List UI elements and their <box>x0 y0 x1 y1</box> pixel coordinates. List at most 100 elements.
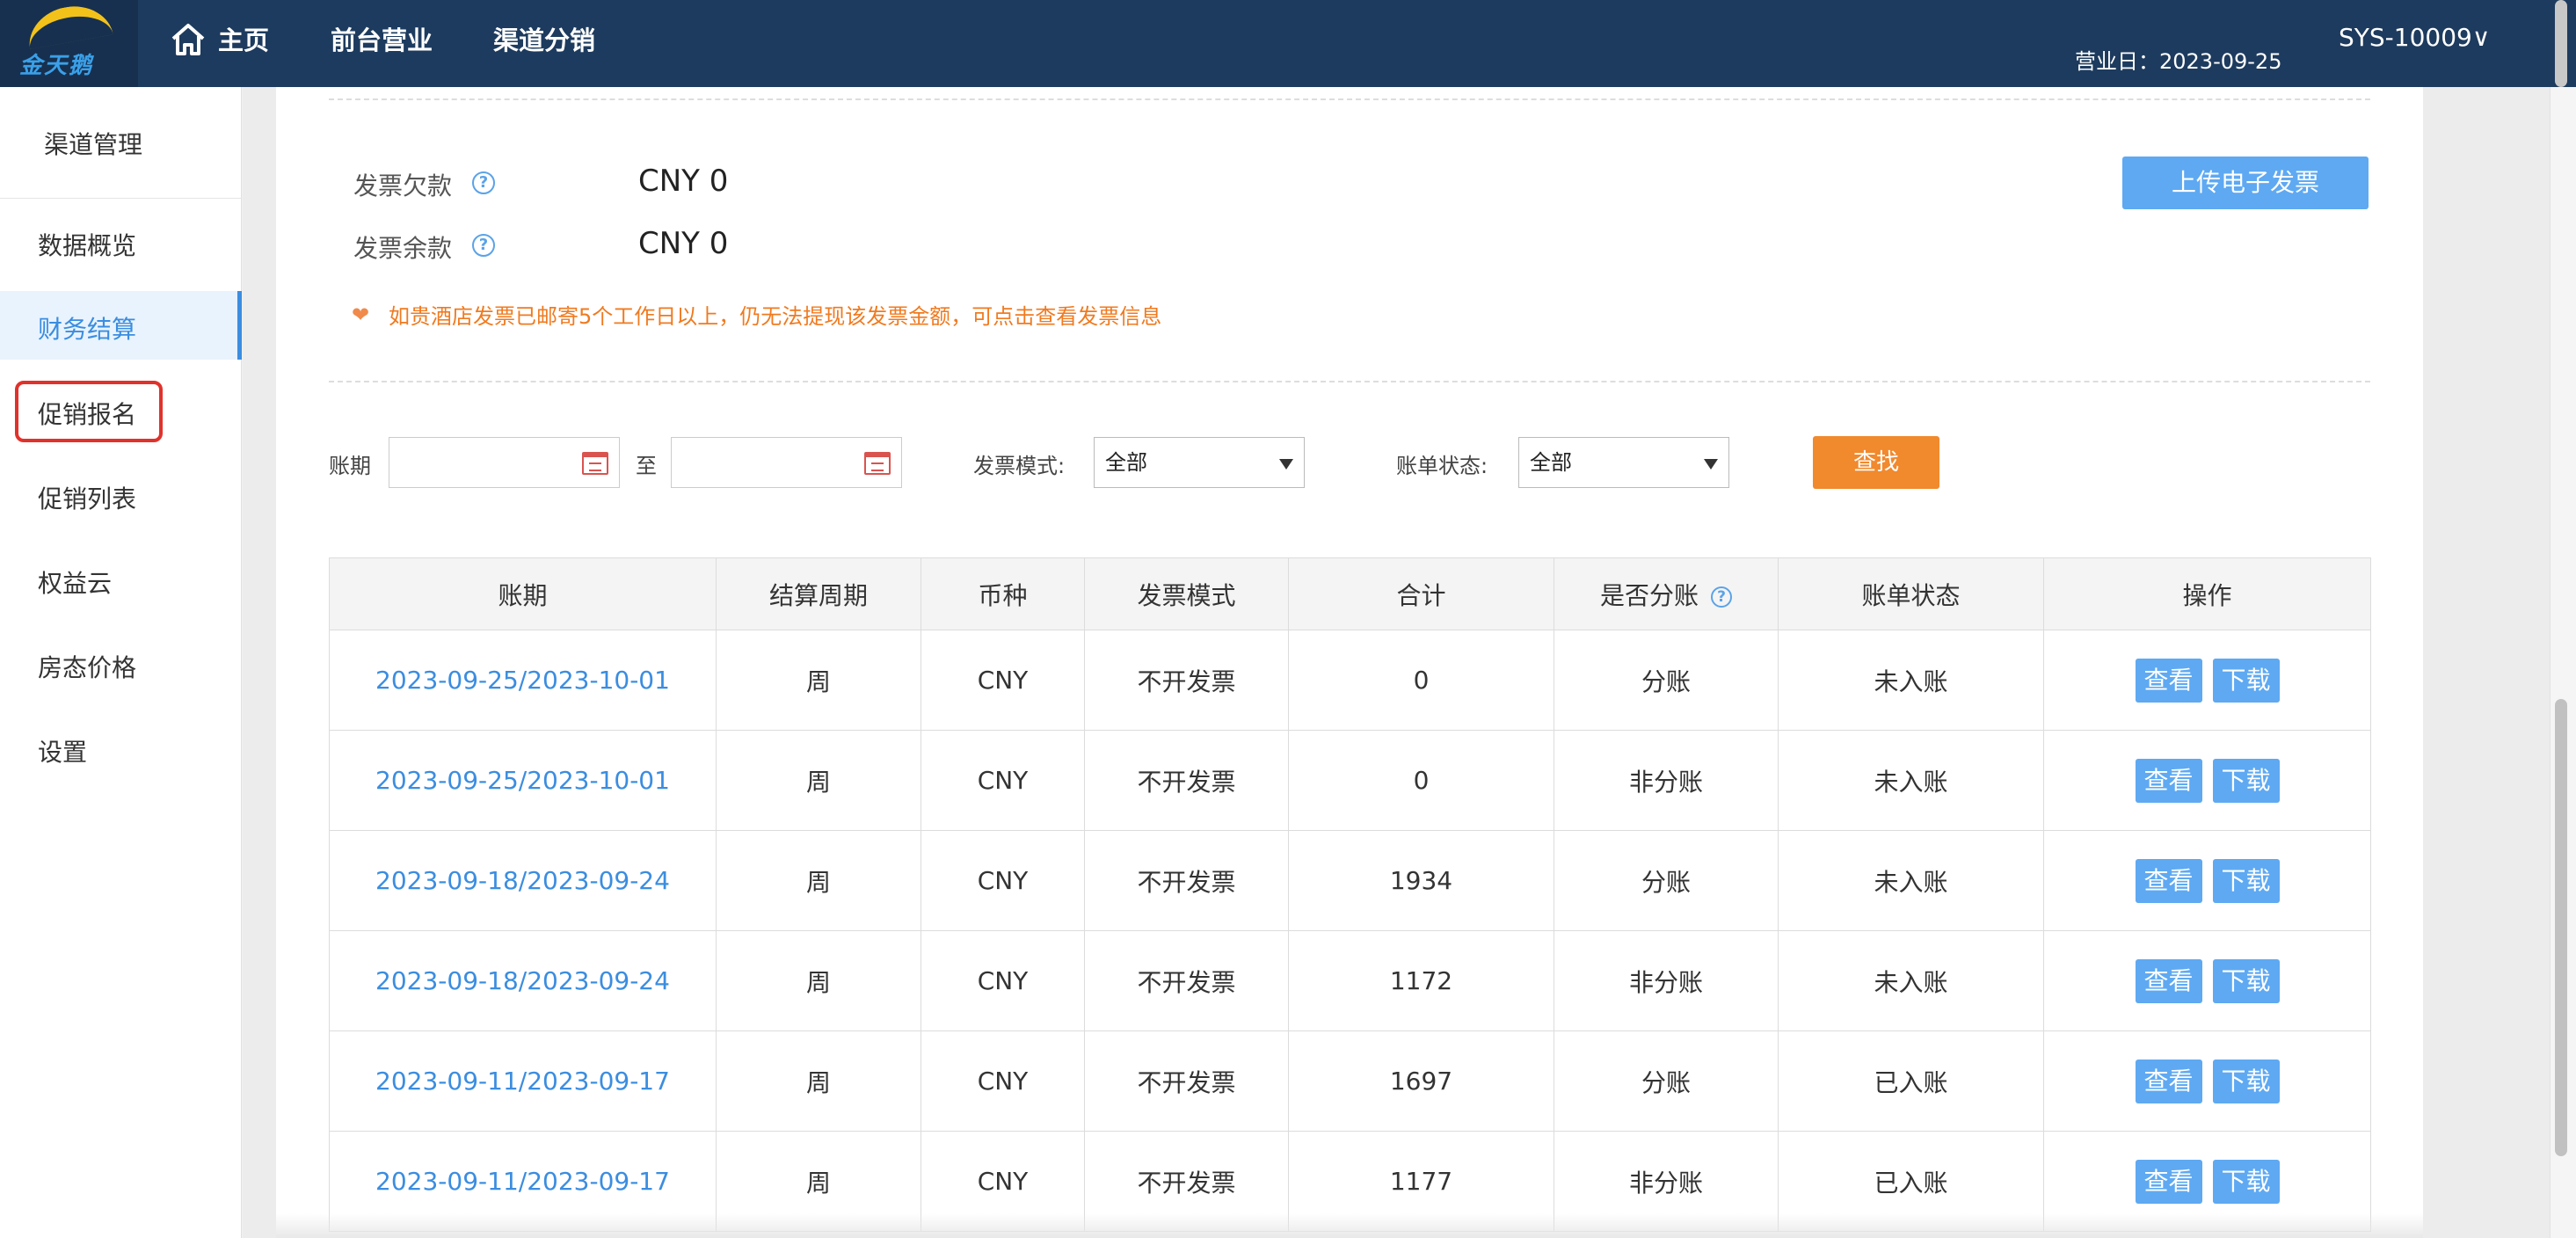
cell-cycle: 周 <box>716 1030 921 1132</box>
sidebar-item-finance-settlement[interactable]: 财务结算 <box>0 291 242 360</box>
search-button[interactable]: 查找 <box>1813 436 1939 489</box>
invoice-arrears-label: 发票欠款 <box>353 171 453 200</box>
sidebar-title-label: 渠道管理 <box>44 130 143 159</box>
view-button[interactable]: 查看 <box>2135 658 2202 703</box>
cell-actions: 查看 下载 <box>2043 930 2371 1031</box>
download-button[interactable]: 下载 <box>2212 858 2280 903</box>
calendar-icon[interactable] <box>582 452 608 475</box>
cell-status: 已入账 <box>1778 1030 2044 1132</box>
home-icon[interactable] <box>170 21 207 58</box>
download-button[interactable]: 下载 <box>2212 1159 2280 1204</box>
invoice-notice[interactable]: 如贵酒店发票已邮寄5个工作日以上，仍无法提现该发票金额，可点击查看发票信息 <box>389 299 1161 330</box>
invoice-mode-value: 全部 <box>1105 450 1147 475</box>
period-start-input[interactable] <box>389 437 620 488</box>
sidebar-item-label: 设置 <box>38 738 88 767</box>
cell-cycle: 周 <box>716 630 921 731</box>
user-menu[interactable]: SYS-10009∨ <box>2339 23 2490 52</box>
bill-status-select[interactable]: 全部 <box>1518 437 1729 488</box>
cell-status: 未入账 <box>1778 830 2044 931</box>
scrollbar-thumb-top[interactable] <box>2555 0 2567 87</box>
download-button[interactable]: 下载 <box>2212 958 2280 1003</box>
sidebar-title: 渠道管理 <box>0 87 242 199</box>
right-gutter <box>2423 87 2550 1238</box>
top-navigation-bar: 金天鹅 主页 前台营业 渠道分销 营业日：2023-09-25 SYS-1000… <box>0 0 2576 87</box>
column-header: 账单状态 <box>1778 557 2044 630</box>
cell-cycle: 周 <box>716 730 921 831</box>
download-button[interactable]: 下载 <box>2212 1059 2280 1103</box>
business-date: 营业日：2023-09-25 <box>2075 49 2282 74</box>
scrollbar-thumb[interactable] <box>2555 699 2567 1156</box>
sidebar-item-label: 促销列表 <box>38 484 137 513</box>
column-header: 结算周期 <box>716 557 921 630</box>
view-button[interactable]: 查看 <box>2135 758 2202 803</box>
cell-status: 未入账 <box>1778 630 2044 731</box>
period-link[interactable]: 2023-09-18/2023-09-24 <box>329 930 717 1031</box>
cell-currency: CNY <box>921 730 1085 831</box>
period-filter-label: 账期 <box>329 454 371 478</box>
sidebar-item-label: 房态价格 <box>38 653 137 682</box>
help-icon[interactable]: ? <box>1711 586 1732 608</box>
sidebar-item-benefits-cloud[interactable]: 权益云 <box>0 545 242 614</box>
cell-status: 未入账 <box>1778 730 2044 831</box>
cell-actions: 查看 下载 <box>2043 1030 2371 1132</box>
cell-split: 非分账 <box>1554 730 1779 831</box>
cell-split: 非分账 <box>1554 930 1779 1031</box>
cell-split: 分账 <box>1554 630 1779 731</box>
sidebar-item-room-status-price[interactable]: 房态价格 <box>0 630 242 698</box>
cell-actions: 查看 下载 <box>2043 830 2371 931</box>
download-button[interactable]: 下载 <box>2212 758 2280 803</box>
left-gutter <box>243 87 276 1238</box>
table-row: 2023-09-25/2023-10-01 周 CNY 不开发票 0 非分账 未… <box>329 730 2371 831</box>
heart-icon: ❤ <box>352 302 370 327</box>
column-header: 账期 <box>329 557 717 630</box>
column-header: 币种 <box>921 557 1085 630</box>
upload-e-invoice-button[interactable]: 上传电子发票 <box>2122 157 2369 209</box>
table-row: 2023-09-25/2023-10-01 周 CNY 不开发票 0 分账 未入… <box>329 630 2371 731</box>
period-end-input[interactable] <box>671 437 902 488</box>
help-icon[interactable]: ? <box>472 234 495 257</box>
view-button[interactable]: 查看 <box>2135 958 2202 1003</box>
cell-invoice-mode: 不开发票 <box>1084 730 1289 831</box>
cell-total: 1172 <box>1288 930 1554 1031</box>
view-button[interactable]: 查看 <box>2135 858 2202 903</box>
brand-logo[interactable]: 金天鹅 <box>0 0 138 87</box>
chevron-down-icon <box>1279 459 1293 470</box>
bill-status-label: 账单状态: <box>1396 454 1488 478</box>
sidebar-item-promotion-signup[interactable]: 促销报名 <box>0 376 242 445</box>
cell-currency: CNY <box>921 1030 1085 1132</box>
table-header-row: 账期 结算周期 币种 发票模式 合计 是否分账? 账单状态 操作 <box>329 557 2371 630</box>
help-icon[interactable]: ? <box>472 171 495 194</box>
nav-home[interactable]: 主页 <box>218 23 269 58</box>
period-link[interactable]: 2023-09-25/2023-10-01 <box>329 630 717 731</box>
sidebar: 渠道管理 数据概览 财务结算 促销报名 促销列表 权益云 房态价格 设置 <box>0 87 242 1238</box>
invoice-arrears-value: CNY 0 <box>638 164 729 199</box>
cell-split: 分账 <box>1554 830 1779 931</box>
invoice-mode-select[interactable]: 全部 <box>1094 437 1305 488</box>
period-link[interactable]: 2023-09-18/2023-09-24 <box>329 830 717 931</box>
sidebar-item-promotion-list[interactable]: 促销列表 <box>0 461 242 529</box>
column-header: 合计 <box>1288 557 1554 630</box>
cell-invoice-mode: 不开发票 <box>1084 630 1289 731</box>
cell-invoice-mode: 不开发票 <box>1084 1030 1289 1132</box>
sidebar-item-data-overview[interactable]: 数据概览 <box>0 208 242 276</box>
download-button[interactable]: 下载 <box>2212 658 2280 703</box>
period-link[interactable]: 2023-09-25/2023-10-01 <box>329 730 717 831</box>
period-to-label: 至 <box>636 454 657 478</box>
nav-channel-distribution[interactable]: 渠道分销 <box>493 23 595 58</box>
cell-invoice-mode: 不开发票 <box>1084 830 1289 931</box>
sidebar-item-label: 促销报名 <box>38 400 137 429</box>
invoice-balance-value: CNY 0 <box>638 226 729 261</box>
sidebar-item-settings[interactable]: 设置 <box>0 714 242 783</box>
bottom-fade <box>276 1213 2423 1238</box>
invoice-balance-label: 发票余款 <box>353 234 453 263</box>
period-link[interactable]: 2023-09-11/2023-09-17 <box>329 1030 717 1132</box>
calendar-icon[interactable] <box>864 452 891 475</box>
bill-status-value: 全部 <box>1530 450 1572 475</box>
view-button[interactable]: 查看 <box>2135 1159 2202 1204</box>
view-button[interactable]: 查看 <box>2135 1059 2202 1103</box>
table-row: 2023-09-18/2023-09-24 周 CNY 不开发票 1934 分账… <box>329 830 2371 931</box>
cell-total: 0 <box>1288 630 1554 731</box>
cell-total: 1697 <box>1288 1030 1554 1132</box>
nav-front-desk[interactable]: 前台营业 <box>331 23 433 58</box>
chevron-down-icon <box>1704 459 1718 470</box>
